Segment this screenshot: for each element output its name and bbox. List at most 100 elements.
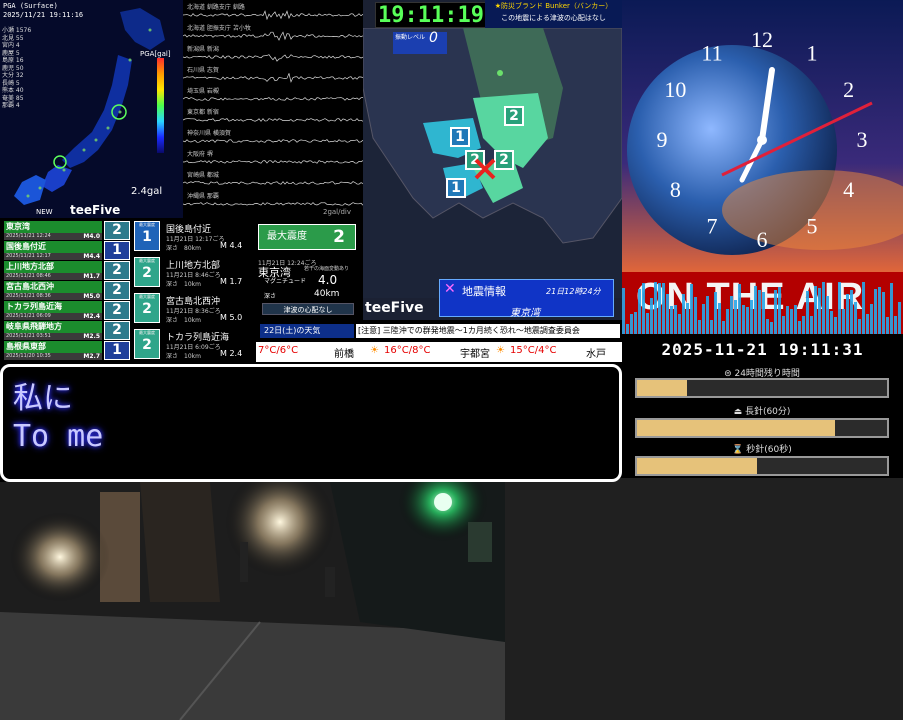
news-headline: [注意] 三陸沖での群発地震〜1カ月続く恐れ〜地震調査委員会 (356, 324, 620, 338)
seismogram-trace (183, 54, 363, 62)
spectrum-bar (898, 302, 901, 334)
clock-numeral: 1 (807, 40, 818, 65)
analog-clock: 121234567891011 (622, 0, 903, 272)
quake-list-item[interactable]: 上川地方北部 2025/11/21 08:46 M1.7 2 (4, 261, 130, 280)
spectrum-bar (790, 309, 793, 334)
spectrum-bar (714, 292, 717, 334)
quake-list-item[interactable]: 宮古島北西沖 2025/11/21 08:36 M5.0 2 (4, 281, 130, 300)
subtitle-line-2: To me (13, 419, 104, 454)
subtitle-box: 私に To me (0, 364, 622, 482)
brand-logo: teeFive (365, 300, 424, 316)
bar-fill (637, 380, 687, 396)
magnitude-label: マグニチュード (264, 278, 307, 285)
spectrum-bar (814, 286, 817, 334)
pga-station: 島原 16 (2, 57, 24, 64)
quake-detail-card[interactable]: 最大震度 2 宮古島北西沖 11月21日 8:36ごろ 深さ 10km M 5.0 (134, 291, 258, 326)
quake-magnitude: M2.7 (83, 353, 100, 360)
spectrum-bar (758, 290, 761, 334)
spectrum-bar (730, 296, 733, 334)
spectrum-bar (746, 307, 749, 334)
badge-value: 1 (142, 229, 152, 245)
spectrum-bar (810, 316, 813, 334)
street-camera-feed (0, 482, 505, 720)
quake-list-item[interactable]: 東京湾 2025/11/21 12:24 M4.0 2 (4, 221, 130, 240)
spectrum-bar (646, 313, 649, 334)
seismic-clock: 19:11:19 (375, 2, 487, 28)
detail-time: 11月21日 12:17ごろ (166, 236, 225, 243)
pga-station: 熊本 40 (2, 87, 24, 94)
info-title: 地震情報 (462, 285, 506, 298)
info-time: 21日12時24分 (546, 287, 601, 296)
shake-level-label: 振動レベル (395, 34, 426, 41)
progress-bar-minute (635, 418, 889, 438)
spectrum-bar (626, 324, 629, 334)
bar-fill (637, 420, 835, 436)
spectrum-bar (654, 282, 657, 334)
weather-day-label: 22日(土)の天気 (260, 324, 354, 338)
camera-image (0, 482, 505, 720)
spectrum-bar (834, 317, 837, 334)
spectrum-bar (774, 290, 777, 334)
badge-value: 2 (142, 301, 152, 317)
spectrum-bar (822, 282, 825, 334)
spectrum-bar (622, 288, 625, 334)
detail-depth: 深さ 10km (166, 317, 201, 324)
progress-bar-day (635, 378, 889, 398)
spectrum-bar (894, 316, 897, 334)
quake-location: 島根県東部 (4, 341, 102, 353)
clock-numeral: 3 (857, 127, 868, 152)
pga-title: PGA (Surface) (3, 2, 58, 10)
depth-value: 40km (314, 289, 340, 299)
detail-magnitude: M 5.0 (220, 313, 243, 322)
quake-intensity: 2 (104, 261, 130, 280)
spectrum-bar (658, 283, 661, 334)
bar-label-minute: ⏏ 長針(60分) (733, 407, 791, 417)
clock-numeral: 7 (707, 214, 718, 239)
quake-intensity: 1 (104, 341, 130, 360)
magnitude-value: 4.0 (318, 273, 338, 287)
quake-detail-card[interactable]: 最大震度 2 トカラ列島近海 11月21日 6:09ごろ 深さ 10km M 2.4 (134, 327, 258, 362)
quake-detail-card[interactable]: 最大震度 2 上川地方北部 11月21日 8:46ごろ 深さ 10km M 1.7 (134, 255, 258, 290)
spectrum-bar (674, 305, 677, 334)
depth-label: 深さ (264, 293, 277, 300)
spectrum-bar (878, 287, 881, 334)
quake-magnitude: M4.4 (83, 253, 100, 260)
epicenter-icon (474, 158, 496, 180)
bar-label-minute-text: 長針(60分) (744, 407, 791, 417)
spectrum-bar (678, 314, 681, 334)
audio-spectrum (622, 282, 901, 334)
intensity-mark: 2 (504, 106, 524, 126)
clock-numeral: 4 (843, 177, 854, 202)
detail-time: 11月21日 8:36ごろ (166, 308, 221, 315)
seismogram-trace (183, 10, 363, 20)
latest-quake-panel: 最大震度 2 11月21日 12:24ごろ 東京湾 若干の海面変動あり マグニチ… (258, 218, 363, 318)
spectrum-bar (750, 300, 753, 334)
detail-magnitude: M 4.4 (220, 241, 243, 250)
spectrum-bar (890, 283, 893, 334)
detail-depth: 深さ 10km (166, 281, 201, 288)
sun-icon: ☀ (496, 345, 505, 356)
quake-detail-card[interactable]: 最大震度 1 国後島付近 11月21日 12:17ごろ 深さ 80km M 4.4 (134, 219, 258, 254)
spectrum-bar (754, 286, 757, 334)
spectrum-bar (826, 296, 829, 334)
quake-list-item[interactable]: トカラ列島近海 2025/11/21 06:09 M2.4 2 (4, 301, 130, 320)
detail-time: 11月21日 8:46ごろ (166, 272, 221, 279)
quake-list-item[interactable]: 島根県東部 2025/11/20 10:35 M2.7 1 (4, 341, 130, 360)
spectrum-bar (642, 283, 645, 334)
spectrum-bar (702, 304, 705, 334)
spectrum-bar (770, 322, 773, 334)
quake-intensity: 2 (104, 281, 130, 300)
pga-gal-value: 2.4gal (131, 186, 163, 197)
spectrum-bar (638, 289, 641, 334)
spectrum-bar (698, 320, 701, 334)
spectrum-bar (742, 305, 745, 334)
spectrum-bar (846, 294, 849, 334)
sun-icon: ☀ (370, 345, 379, 356)
pga-header: PGA (Surface) 2025/11/21 19:11:16 (3, 2, 83, 20)
pga-station: 北見 55 (2, 34, 24, 42)
quake-location: 岐阜県飛騨地方 (4, 321, 102, 333)
detail-depth: 深さ 10km (166, 353, 201, 360)
quake-list-item[interactable]: 国後島付近 2025/11/21 12:17 M4.4 1 (4, 241, 130, 260)
quake-list-item[interactable]: 岐阜県飛騨地方 2025/11/21 03:51 M2.5 2 (4, 321, 130, 340)
intensity-mark: 1 (450, 127, 470, 147)
